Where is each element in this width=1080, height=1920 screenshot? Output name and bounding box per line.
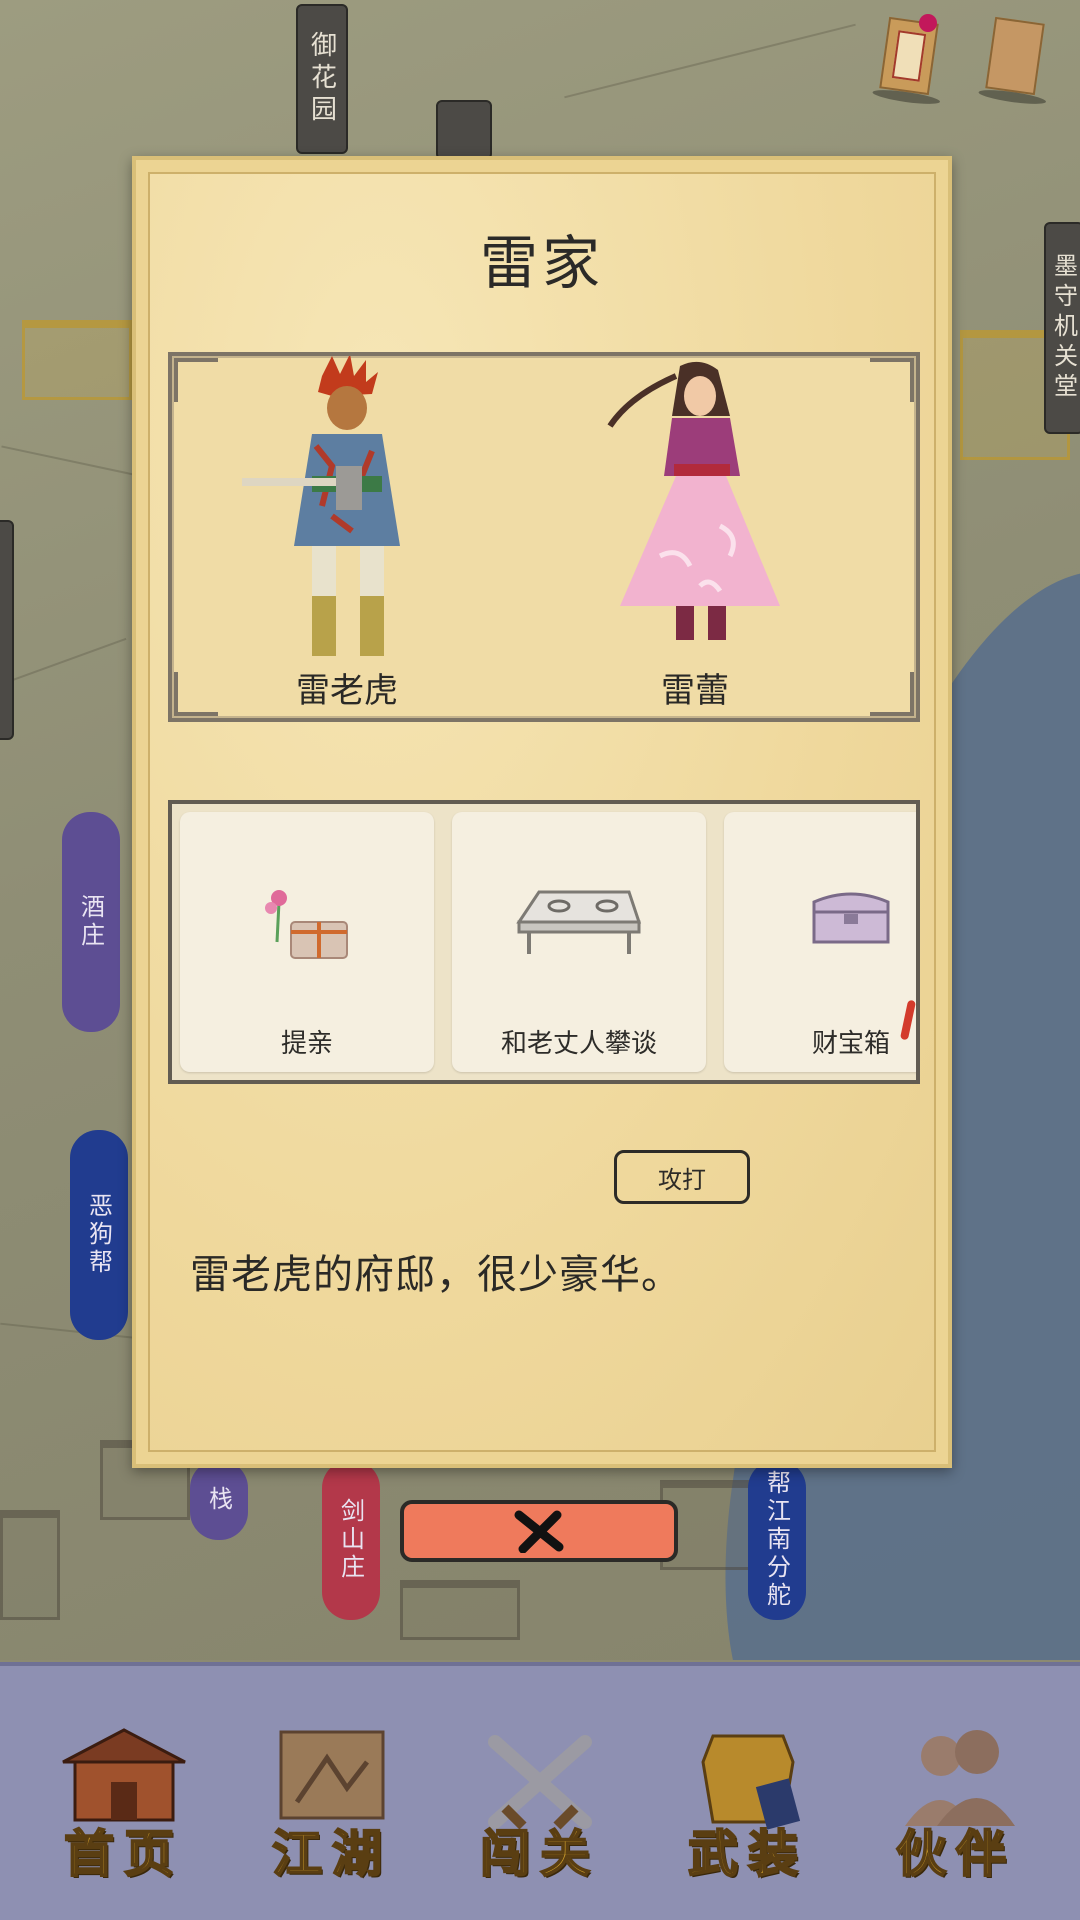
- action-label: 和老丈人攀谈: [500, 1029, 657, 1059]
- gift-box-icon: [265, 890, 348, 959]
- plaque-ornament: [436, 100, 492, 160]
- npc-card[interactable]: 雷老虎: [232, 356, 462, 720]
- nav-label: 伙伴: [895, 1823, 1016, 1884]
- location-dialog: 雷家 雷老虎 雷蕾 提亲 和老丈人攀谈 财宝箱 攻打 雷老虎的府邸，很少豪华。: [132, 156, 952, 1468]
- action-label: 财宝箱: [811, 1029, 890, 1059]
- plaque-yuhuayuan[interactable]: 御花园: [296, 4, 348, 154]
- npc-name: 雷老虎: [296, 671, 398, 711]
- nav-home[interactable]: 首页: [39, 1722, 209, 1884]
- nav-chuangguan[interactable]: 闯关: [455, 1722, 625, 1884]
- action-card-treasure-chest[interactable]: 财宝箱: [724, 812, 916, 1072]
- notification-dot: [919, 14, 937, 32]
- map-sketch-line: [1, 445, 139, 477]
- close-icon: [514, 1510, 564, 1553]
- plaque-moshou-jiguantang[interactable]: 墨守机关堂: [1044, 222, 1080, 434]
- nav-label: 闯关: [479, 1823, 600, 1884]
- location-description: 雷老虎的府邸，很少豪华。: [190, 1252, 682, 1298]
- map-building[interactable]: [0, 1510, 60, 1620]
- npc-portrait-warrior: [242, 356, 400, 656]
- plaque-edge: [0, 520, 14, 740]
- npc-portrait-lady: [607, 361, 780, 640]
- table-icon: [516, 890, 642, 954]
- nav-label: 首页: [63, 1823, 184, 1884]
- panel-corner-ornament: [870, 672, 914, 716]
- bottom-nav: 首页 江湖 闯关 武装 伙伴: [0, 1662, 1080, 1920]
- treasure-chest-icon: [812, 892, 890, 944]
- nav-wuzhuang[interactable]: 武装: [663, 1722, 833, 1884]
- log-book-icon[interactable]: [977, 16, 1047, 107]
- npc-name: 雷蕾: [661, 671, 729, 711]
- map-building[interactable]: [22, 320, 132, 400]
- npc-card[interactable]: 雷蕾: [580, 356, 810, 720]
- action-card-chat-father-in-law[interactable]: 和老丈人攀谈: [452, 812, 706, 1072]
- close-button[interactable]: [400, 1500, 678, 1562]
- banner-jianshanzhuang[interactable]: 剑山庄: [322, 1460, 380, 1620]
- banner-egoubang[interactable]: 恶狗帮: [70, 1130, 128, 1340]
- nav-label: 江湖: [271, 1823, 392, 1884]
- map-sketch-line: [3, 637, 127, 685]
- banner-jiangnanfenduo[interactable]: 帮江南分舵: [748, 1460, 806, 1620]
- banner-jiuzhuang[interactable]: 酒庄: [62, 812, 120, 1032]
- nav-label: 武装: [687, 1823, 808, 1884]
- npc-panel: 雷老虎 雷蕾: [168, 352, 920, 722]
- dialog-title: 雷家: [479, 229, 604, 297]
- panel-corner-ornament: [174, 672, 218, 716]
- action-panel: 提亲 和老丈人攀谈 财宝箱: [168, 800, 920, 1084]
- attack-button[interactable]: 攻打: [614, 1150, 750, 1204]
- action-card-propose[interactable]: 提亲: [180, 812, 434, 1072]
- panel-corner-ornament: [870, 358, 914, 402]
- action-label: 提亲: [280, 1029, 333, 1059]
- panel-corner-ornament: [174, 358, 218, 402]
- nav-huoban[interactable]: 伙伴: [871, 1722, 1041, 1884]
- map-building[interactable]: [400, 1580, 520, 1640]
- nav-jianghu[interactable]: 江湖: [247, 1722, 417, 1884]
- banner-kezhan[interactable]: 栈: [190, 1460, 248, 1540]
- map-sketch-line: [564, 23, 856, 99]
